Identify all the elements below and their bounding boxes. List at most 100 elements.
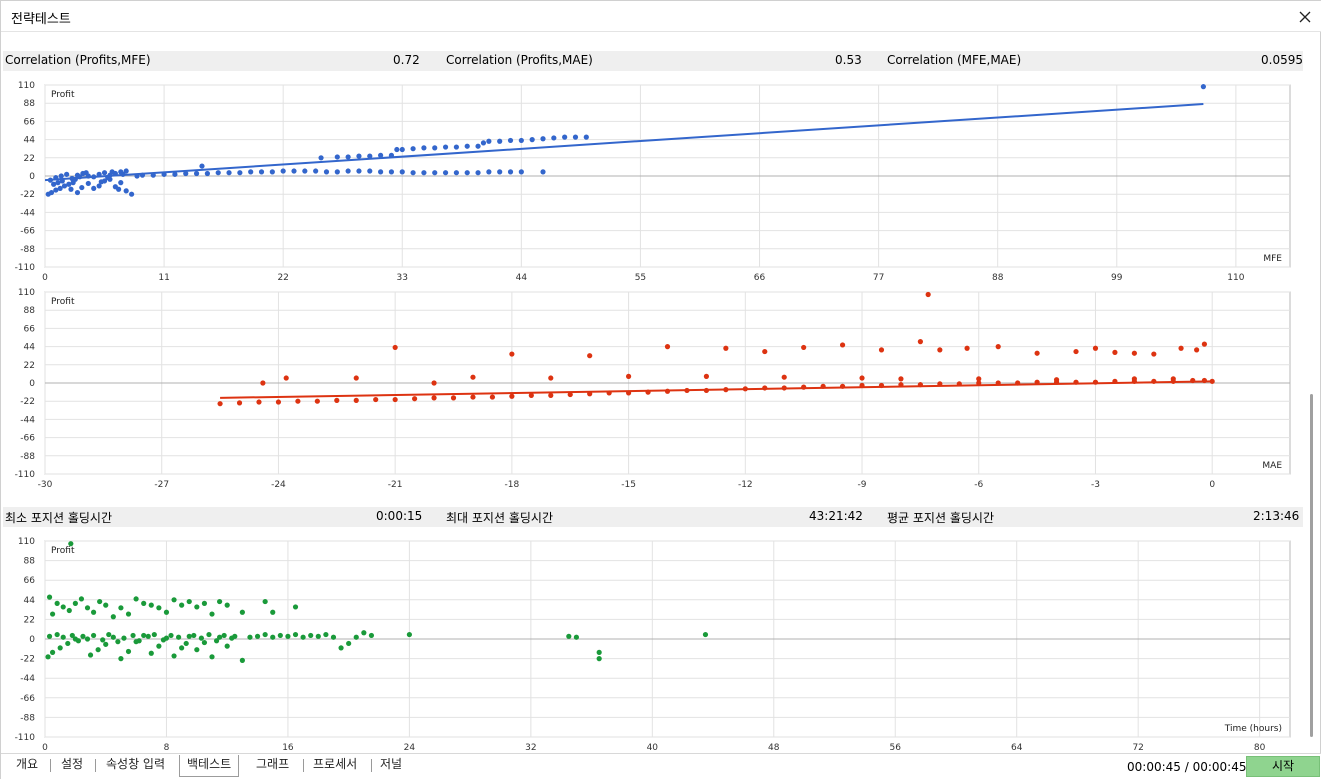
data-point (334, 169, 340, 175)
stat-value-profits-mae: 0.53 (835, 53, 862, 67)
data-point (160, 637, 167, 643)
tab-settings[interactable]: 설정 (54, 755, 90, 775)
data-point (194, 604, 200, 610)
x-tick-label: 16 (282, 743, 294, 751)
data-point (497, 169, 503, 175)
data-point (84, 605, 91, 611)
data-point (442, 170, 449, 176)
data-point (412, 396, 418, 402)
data-point (186, 633, 192, 639)
data-point (224, 643, 230, 649)
data-point (156, 643, 162, 649)
stat-label-mfe-mae: Correlation (MFE,MAE) (887, 53, 1022, 67)
tab-backtest[interactable]: 백테스트 (179, 755, 240, 777)
chart-svg: -30 -27 -24 -21 -18 -15 -12 -9 -6 -3 0110886644220… (15, 288, 1291, 490)
data-point (163, 609, 170, 615)
holding-time-stats-row: 최소 포지션 홀딩시간 0:00:15 최대 포지션 홀딩시간 43:21:42… (3, 507, 1303, 527)
data-point (204, 170, 210, 177)
y-tick-label: 0 (29, 172, 35, 182)
data-point (308, 632, 314, 639)
data-point (64, 171, 70, 177)
x-tick-label: 88 (992, 273, 1004, 283)
data-point (171, 653, 177, 659)
data-point (453, 144, 459, 150)
data-point (839, 383, 846, 389)
data-point (781, 385, 787, 391)
tab-property-input[interactable]: 속성창 입력 (99, 755, 172, 775)
tab-separator (303, 759, 304, 772)
data-point (509, 351, 515, 357)
x-tick-label: 99 (1111, 273, 1123, 283)
data-point (98, 179, 104, 185)
tab-overview[interactable]: 개요 (9, 755, 45, 775)
data-point (156, 605, 162, 611)
tab-graph[interactable]: 그래프 (249, 755, 296, 775)
data-point (1151, 378, 1157, 384)
data-point (209, 654, 215, 660)
data-point (270, 634, 276, 640)
close-icon (1299, 11, 1311, 22)
x-tick-label: 0 (42, 273, 48, 283)
data-point (1131, 376, 1137, 382)
data-point (1092, 379, 1099, 385)
vertical-scrollbar[interactable] (1305, 51, 1319, 754)
data-point (702, 631, 709, 638)
y-tick-label: -22 (20, 397, 35, 407)
data-point (898, 382, 904, 388)
data-point (453, 170, 459, 176)
data-point (898, 376, 904, 382)
y-tick-label: 110 (18, 288, 35, 298)
data-point (917, 382, 923, 388)
data-point (486, 138, 492, 144)
data-point (77, 174, 83, 180)
y-axis-label: Profit (51, 297, 75, 307)
data-point (703, 373, 710, 379)
strategy-tester-window: 전략테스트 Correlation (Profits,MFE) 0.72 Cor… (0, 0, 1321, 780)
data-point (201, 600, 208, 606)
close-button[interactable] (1288, 1, 1321, 32)
data-point (247, 634, 253, 640)
data-point (353, 397, 359, 403)
y-tick-label: 22 (24, 154, 35, 164)
scrollbar-thumb[interactable] (1310, 394, 1313, 737)
data-point (1131, 350, 1137, 356)
profit-vs-mae-chart: -30 -27 -24 -21 -18 -15 -12 -9 -6 -3 0 110 88 66 44 22 0… (1, 285, 1305, 493)
data-point (392, 396, 398, 403)
data-point (566, 633, 572, 639)
data-point (406, 631, 412, 638)
data-point (723, 387, 729, 393)
data-point (1053, 377, 1060, 383)
x-tick-label: 44 (516, 273, 528, 283)
start-button[interactable]: 시작 (1246, 756, 1320, 777)
data-point (90, 609, 97, 615)
data-point (193, 170, 200, 177)
data-point (1190, 377, 1196, 384)
data-point (269, 169, 275, 175)
tab-processor[interactable]: 프로세서 (306, 755, 364, 775)
data-point (125, 648, 132, 655)
data-point (399, 146, 405, 153)
y-tick-label: -66 (20, 694, 35, 704)
y-tick-label: 44 (24, 136, 36, 146)
y-tick-label: 44 (24, 343, 36, 353)
data-point (937, 347, 943, 353)
data-point (421, 145, 427, 151)
tab-journal[interactable]: 저널 (373, 755, 409, 775)
y-tick-label: 66 (24, 324, 36, 334)
data-point (334, 397, 340, 403)
y-tick-label: -44 (20, 208, 35, 218)
data-point (270, 609, 276, 615)
data-point (118, 605, 124, 611)
tab-separator (371, 759, 372, 772)
data-point (540, 136, 546, 142)
data-point (1034, 350, 1040, 356)
data-point (625, 390, 632, 396)
data-point (394, 146, 400, 153)
data-point (161, 171, 167, 177)
data-point (431, 380, 437, 386)
data-point (60, 634, 66, 640)
data-point (540, 169, 546, 175)
data-point (95, 647, 101, 653)
data-point (762, 348, 768, 355)
data-point (275, 399, 282, 405)
